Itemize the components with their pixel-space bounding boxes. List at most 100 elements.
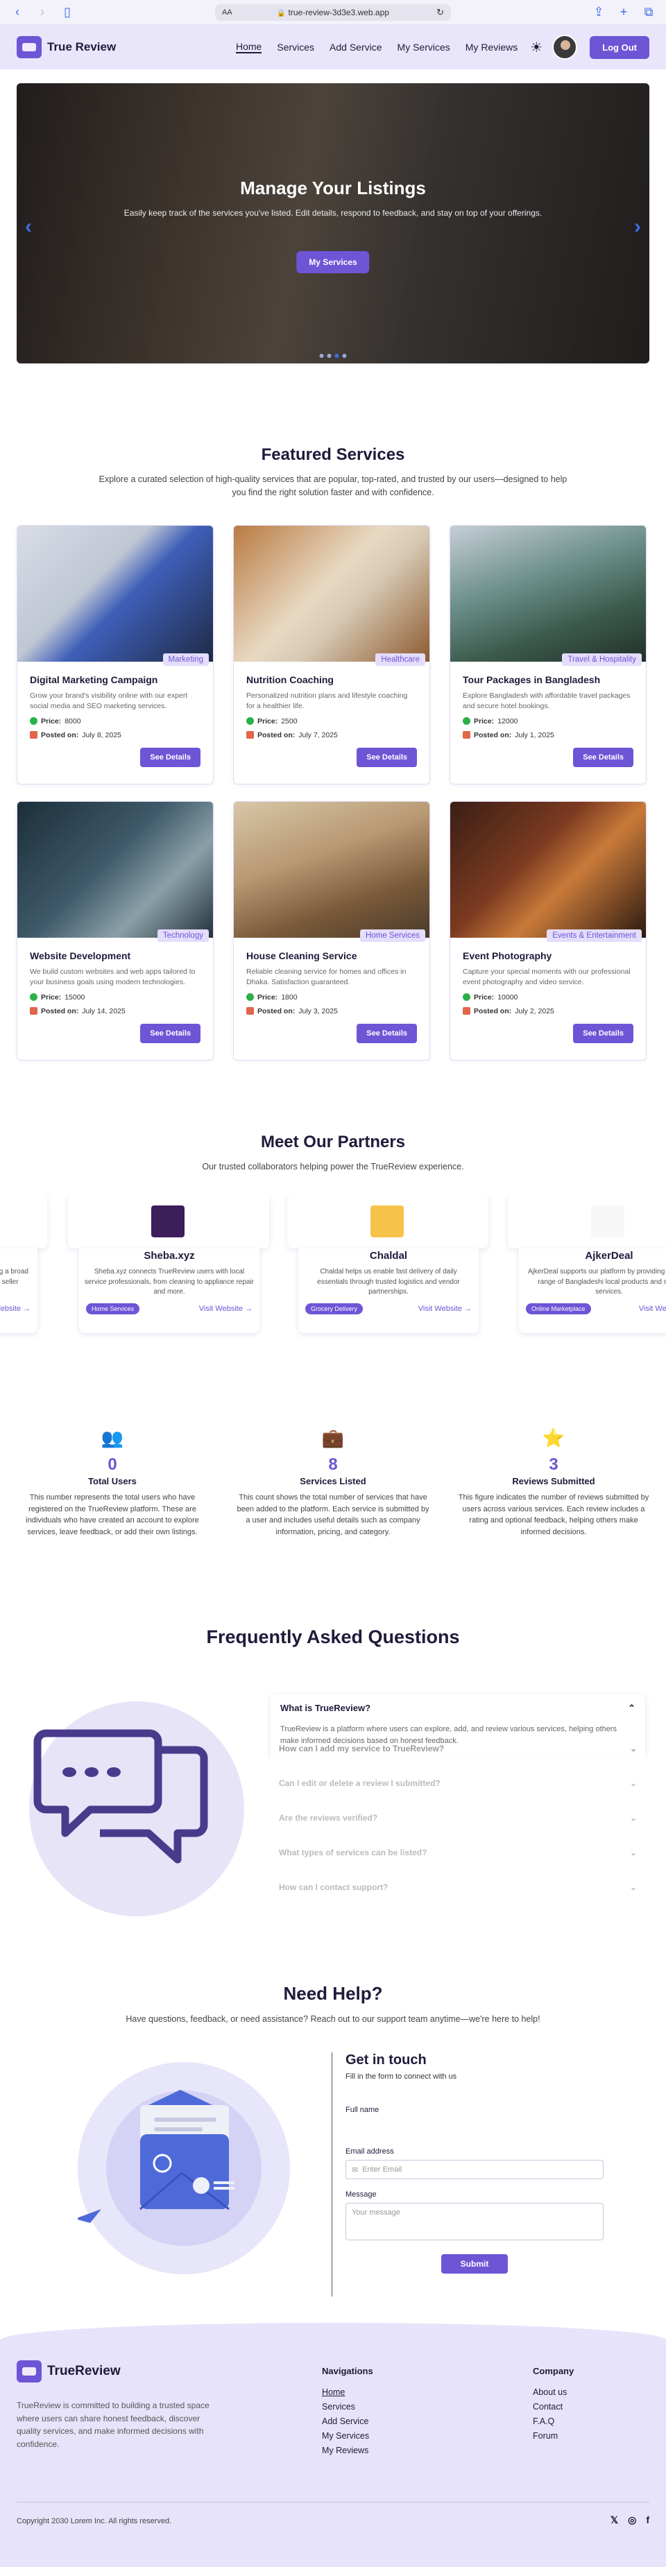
price-icon — [463, 717, 470, 725]
email-field[interactable]: ✉ Enter Email — [345, 2160, 604, 2180]
message-field[interactable]: Your message — [345, 2203, 604, 2241]
partner-logo — [591, 1205, 624, 1238]
see-details-button[interactable]: See Details — [357, 747, 417, 767]
lock-icon: 🔒 — [277, 9, 286, 17]
nav-link-add-service[interactable]: Add Service — [330, 42, 382, 53]
nav-link-my-services[interactable]: My Services — [398, 42, 450, 53]
chevron-down-icon[interactable]: ⌄ — [630, 1882, 637, 1892]
visit-website-link[interactable]: Visit Website → — [418, 1305, 472, 1313]
service-title: Tour Packages in Bangladesh — [463, 673, 601, 685]
faq-item[interactable]: Are the reviews verified? ⌄ — [271, 1801, 645, 1835]
carousel-next-icon[interactable]: › — [634, 215, 641, 239]
partners-subtitle: Our trusted collaborators helping power … — [202, 1161, 464, 1171]
chat-bubbles-icon — [33, 1729, 208, 1864]
carousel-dot[interactable] — [319, 354, 324, 358]
visit-website-link[interactable]: Visit Website → — [639, 1305, 666, 1313]
footer-link-faq[interactable]: F.A.Q — [533, 2416, 574, 2426]
price-icon — [463, 993, 470, 1002]
footer-link-my-reviews[interactable]: My Reviews — [322, 2446, 373, 2455]
theme-toggle-icon[interactable]: ☀ — [530, 39, 543, 56]
footer-link-about[interactable]: About us — [533, 2387, 574, 2397]
carousel-dot-active[interactable] — [334, 354, 339, 358]
faq-item[interactable]: What types of services can be listed? ⌄ — [271, 1835, 645, 1870]
stat-description: This figure indicates the number of revi… — [458, 1493, 649, 1536]
email-label: Email address — [345, 2147, 394, 2156]
stat-label: Reviews Submitted — [512, 1476, 595, 1487]
name-field[interactable] — [345, 2118, 604, 2138]
category-badge: Marketing — [162, 653, 209, 666]
see-details-button[interactable]: See Details — [573, 1023, 633, 1043]
price-value: 12000 — [497, 716, 518, 725]
footer-link-add-service[interactable]: Add Service — [322, 2416, 373, 2426]
logout-button[interactable]: Log Out — [590, 35, 649, 59]
chevron-down-icon[interactable]: ⌄ — [630, 1778, 637, 1788]
hero-image — [17, 83, 649, 363]
brand[interactable]: True Review — [17, 36, 116, 58]
faq-item[interactable]: How can I contact support? ⌄ — [271, 1870, 645, 1905]
partners-section: Meet Our Partners Our trusted collaborat… — [0, 1061, 666, 1351]
address-bar[interactable]: AA 🔒 true-review-3d3e3.web.app ↻ — [215, 3, 451, 21]
reload-icon[interactable]: ↻ — [436, 7, 444, 18]
chevron-down-icon[interactable]: ⌄ — [630, 1744, 637, 1753]
faq-section: Frequently Asked Questions What is TrueR… — [0, 1538, 666, 1917]
carousel-prev-icon[interactable]: ‹ — [25, 215, 32, 239]
stat-value: 3 — [549, 1455, 558, 1475]
partners-title: Meet Our Partners — [260, 1132, 406, 1151]
stat-value: 0 — [108, 1455, 117, 1475]
new-tab-icon[interactable]: + — [616, 5, 631, 19]
book-icon[interactable]: ▯ — [60, 5, 75, 19]
posted-label: Posted on: — [474, 730, 512, 739]
tabs-icon[interactable]: ⧉ — [641, 5, 656, 19]
reader-toggle[interactable]: AA — [222, 8, 232, 17]
posted-label: Posted on: — [257, 1006, 296, 1015]
carousel-dot[interactable] — [342, 354, 347, 358]
see-details-button[interactable]: See Details — [357, 1023, 417, 1043]
service-card: Events & Entertainment Event Photography C… — [450, 800, 647, 1061]
carousel-dot[interactable] — [327, 354, 332, 358]
footer-link-forum[interactable]: Forum — [533, 2431, 574, 2441]
posted-date: July 3, 2025 — [298, 1006, 338, 1015]
nav-link-my-reviews[interactable]: My Reviews — [466, 42, 518, 53]
x-icon[interactable]: 𝕏 — [610, 2514, 618, 2526]
faq-item[interactable]: Can I edit or delete a review I submitte… — [271, 1766, 645, 1801]
price-value: 1800 — [281, 993, 298, 1002]
partner-name: AjkerDeal — [0, 1248, 37, 1262]
footer-link-contact[interactable]: Contact — [533, 2402, 574, 2412]
chevron-up-icon[interactable]: ⌃ — [628, 1703, 635, 1714]
partner-category: Online Marketplace — [526, 1303, 591, 1315]
submit-button[interactable]: Submit — [441, 2254, 508, 2274]
hero-button[interactable]: My Services — [296, 251, 370, 273]
calendar-icon — [30, 731, 37, 739]
back-icon[interactable]: ‹ — [10, 5, 25, 19]
forward-icon[interactable]: › — [35, 5, 50, 19]
service-image: Healthcare — [234, 525, 429, 666]
calendar-icon — [463, 731, 470, 739]
footer-nav: Navigations Home Services Add Service My… — [322, 2366, 373, 2460]
footer-link-my-services[interactable]: My Services — [322, 2431, 373, 2441]
visit-website-link[interactable]: Visit Website → — [199, 1305, 253, 1313]
price-icon — [246, 717, 254, 725]
facebook-icon[interactable]: f — [646, 2514, 649, 2526]
service-description: Capture your special moments with our pr… — [463, 967, 631, 986]
see-details-button[interactable]: See Details — [573, 747, 633, 767]
nav-link-home[interactable]: Home — [236, 41, 262, 53]
stat-value: 8 — [328, 1455, 338, 1475]
nav-link-services[interactable]: Services — [277, 42, 314, 53]
price-value: 10000 — [497, 993, 518, 1002]
partner-description: Chaldal helps us enable fast delivery of… — [317, 1268, 460, 1296]
footer-link-home[interactable]: Home — [322, 2387, 373, 2397]
see-details-button[interactable]: See Details — [140, 1023, 200, 1043]
visit-website-link[interactable]: Visit Website → — [0, 1305, 31, 1313]
see-details-button[interactable]: See Details — [140, 747, 200, 767]
chevron-down-icon[interactable]: ⌄ — [630, 1848, 637, 1857]
avatar[interactable] — [552, 35, 578, 60]
instagram-icon[interactable]: ◎ — [628, 2514, 636, 2526]
share-icon[interactable]: ⇪ — [591, 5, 606, 19]
contact-form: Get in touch Fill in the form to connect… — [345, 2052, 604, 2274]
email-placeholder: Enter Email — [362, 2165, 402, 2174]
footer-brand[interactable]: TrueReview — [17, 2360, 121, 2383]
featured-section: Featured Services Explore a curated sele… — [0, 363, 666, 1061]
footer-link-services[interactable]: Services — [322, 2402, 373, 2412]
chevron-down-icon[interactable]: ⌄ — [630, 1813, 637, 1823]
mail-icon: ✉ — [352, 2165, 359, 2174]
